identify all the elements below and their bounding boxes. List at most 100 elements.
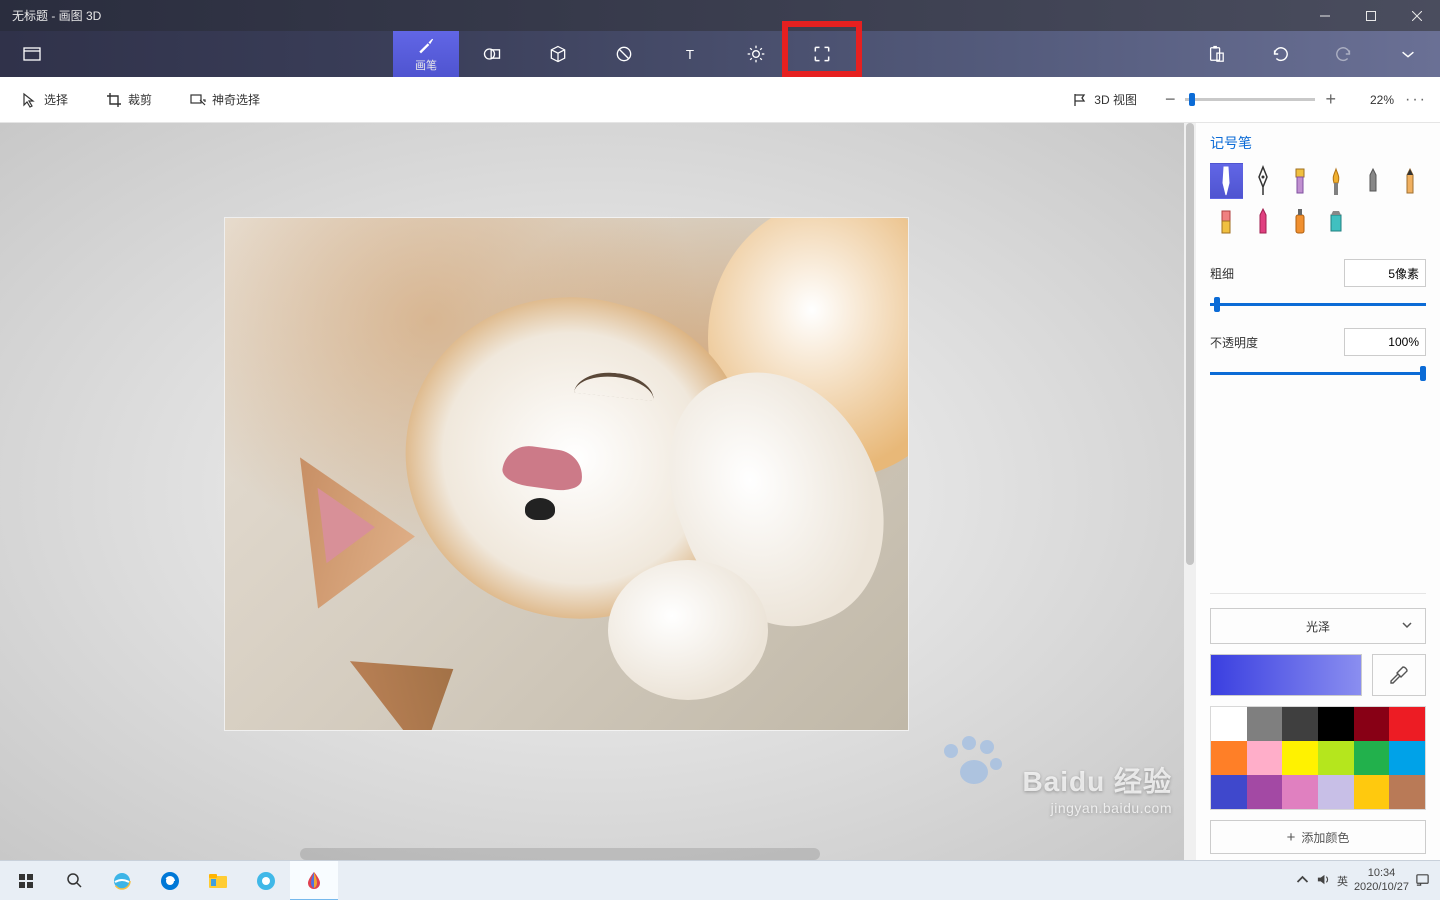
tab-stickers[interactable] <box>591 31 657 77</box>
zoom-out-button[interactable]: − <box>1165 89 1176 110</box>
brush-oil[interactable] <box>1283 163 1316 199</box>
add-color-label: 添加颜色 <box>1301 829 1349 846</box>
plus-icon: + <box>1287 829 1296 846</box>
horizontal-scrollbar[interactable] <box>300 848 820 860</box>
brush-spray-can[interactable] <box>1283 203 1316 239</box>
brush-pixel-pen[interactable] <box>1357 163 1390 199</box>
add-color-button[interactable]: + 添加颜色 <box>1210 820 1426 854</box>
thickness-label: 粗细 <box>1210 265 1234 282</box>
color-swatch[interactable] <box>1354 775 1390 809</box>
color-swatch[interactable] <box>1318 741 1354 775</box>
color-swatch[interactable] <box>1389 775 1425 809</box>
material-dropdown[interactable]: 光泽 <box>1210 608 1426 644</box>
tray-chevron-up-icon[interactable] <box>1295 872 1310 890</box>
taskbar: 英 10:34 2020/10/27 <box>0 860 1440 900</box>
color-swatch[interactable] <box>1318 707 1354 741</box>
taskbar-browser-icon[interactable] <box>242 861 290 900</box>
panel-scrollbar[interactable] <box>1184 123 1196 860</box>
color-swatch[interactable] <box>1247 775 1283 809</box>
color-swatch[interactable] <box>1318 775 1354 809</box>
tab-brushes[interactable]: 画笔 <box>393 31 459 77</box>
main-toolbar: 画笔 T <box>0 31 1440 77</box>
color-swatch[interactable] <box>1354 707 1390 741</box>
canvas-image[interactable] <box>225 218 908 730</box>
taskbar-edge-icon[interactable] <box>146 861 194 900</box>
watermark-pawprint-icon <box>934 730 1004 790</box>
crop-tool[interactable]: 裁剪 <box>96 85 162 114</box>
color-palette <box>1210 706 1426 810</box>
eyedropper-button[interactable] <box>1372 654 1426 696</box>
chevron-down-icon <box>1401 619 1413 634</box>
color-swatch[interactable] <box>1282 741 1318 775</box>
zoom-in-button[interactable]: + <box>1325 89 1336 110</box>
select-tool[interactable]: 选择 <box>12 85 78 114</box>
thickness-slider[interactable] <box>1210 303 1426 306</box>
view-options-button[interactable]: ··· <box>1404 91 1428 109</box>
material-dropdown-label: 光泽 <box>1306 618 1330 635</box>
tab-canvas[interactable] <box>789 31 855 77</box>
close-button[interactable] <box>1394 0 1440 31</box>
sub-toolbar: 选择 裁剪 神奇选择 3D 视图 − + 22% ··· <box>0 77 1440 123</box>
brush-grid <box>1210 163 1426 239</box>
color-swatch[interactable] <box>1247 707 1283 741</box>
opacity-label: 不透明度 <box>1210 334 1258 351</box>
brush-crayon[interactable] <box>1247 203 1280 239</box>
menu-expand-button[interactable] <box>0 31 64 77</box>
brush-pencil[interactable] <box>1393 163 1426 199</box>
start-button[interactable] <box>2 861 50 900</box>
brush-calligraphy-pen[interactable] <box>1247 163 1280 199</box>
more-menu-button[interactable] <box>1376 45 1440 63</box>
watermark: Baidu 经验 jingyan.baidu.com <box>1022 760 1172 816</box>
brush-marker[interactable] <box>1210 163 1243 199</box>
panel-title: 记号笔 <box>1210 133 1426 153</box>
color-swatch[interactable] <box>1282 707 1318 741</box>
tray-time: 10:34 <box>1354 867 1409 880</box>
color-swatch[interactable] <box>1389 707 1425 741</box>
watermark-url: jingyan.baidu.com <box>1022 800 1172 816</box>
tab-text[interactable]: T <box>657 31 723 77</box>
minimize-button[interactable] <box>1302 0 1348 31</box>
crop-label: 裁剪 <box>128 91 152 108</box>
taskbar-ie-icon[interactable] <box>98 861 146 900</box>
zoom-slider[interactable] <box>1185 98 1315 101</box>
color-swatch[interactable] <box>1211 741 1247 775</box>
tray-ime-indicator[interactable]: 英 <box>1337 873 1348 889</box>
opacity-input[interactable] <box>1344 328 1426 356</box>
redo-button[interactable] <box>1312 45 1376 63</box>
brush-panel: 记号笔 粗细 不透明度 光泽 <box>1196 123 1440 860</box>
thickness-input[interactable] <box>1344 259 1426 287</box>
paste-button[interactable] <box>1184 45 1248 63</box>
tab-3d-shapes[interactable] <box>525 31 591 77</box>
opacity-slider[interactable] <box>1210 372 1426 375</box>
system-tray: 英 10:34 2020/10/27 <box>1295 867 1438 893</box>
current-color-preview[interactable] <box>1210 654 1362 696</box>
search-button[interactable] <box>50 861 98 900</box>
maximize-button[interactable] <box>1348 0 1394 31</box>
crop-icon <box>106 92 122 108</box>
tray-volume-icon[interactable] <box>1316 872 1331 890</box>
color-swatch[interactable] <box>1354 741 1390 775</box>
color-swatch[interactable] <box>1389 741 1425 775</box>
color-swatch[interactable] <box>1211 775 1247 809</box>
tab-effects[interactable] <box>723 31 789 77</box>
color-swatch[interactable] <box>1282 775 1318 809</box>
taskbar-explorer-icon[interactable] <box>194 861 242 900</box>
select-label: 选择 <box>44 91 68 108</box>
view-3d-toggle[interactable]: 3D 视图 <box>1062 85 1147 114</box>
cursor-icon <box>22 92 38 108</box>
canvas-viewport[interactable]: Baidu 经验 jingyan.baidu.com <box>0 123 1184 860</box>
view-3d-label: 3D 视图 <box>1094 91 1137 108</box>
color-swatch[interactable] <box>1211 707 1247 741</box>
tray-clock[interactable]: 10:34 2020/10/27 <box>1354 867 1409 893</box>
tray-notifications-icon[interactable] <box>1415 872 1430 890</box>
tab-2d-shapes[interactable] <box>459 31 525 77</box>
undo-button[interactable] <box>1248 45 1312 63</box>
brush-fill[interactable] <box>1320 203 1353 239</box>
brush-eraser[interactable] <box>1210 203 1243 239</box>
brush-watercolor[interactable] <box>1320 163 1353 199</box>
magic-select-tool[interactable]: 神奇选择 <box>180 85 270 114</box>
color-swatch[interactable] <box>1247 741 1283 775</box>
magic-select-label: 神奇选择 <box>212 91 260 108</box>
magic-select-icon <box>190 92 206 108</box>
taskbar-paint3d-icon[interactable] <box>290 861 338 900</box>
